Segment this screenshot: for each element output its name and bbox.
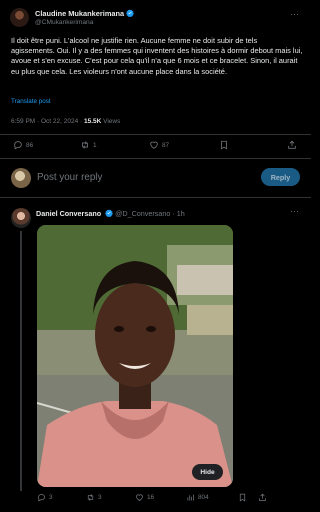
like-action[interactable]: 87 xyxy=(149,140,169,150)
more-options-icon[interactable]: ··· xyxy=(290,9,299,19)
reply-author-avatar[interactable] xyxy=(11,208,31,228)
thread-line xyxy=(20,231,22,491)
reply-author-handle: @D_Conversano · 1h xyxy=(115,209,185,218)
heart-icon xyxy=(136,494,143,501)
reply-icon xyxy=(14,141,22,150)
like-action[interactable]: 16 xyxy=(135,493,154,502)
reply-count: 3 xyxy=(49,494,53,501)
repost-action[interactable]: 1 xyxy=(80,140,97,150)
post-text: Il doit être puni. L'alcool ne justifie … xyxy=(11,36,303,76)
heart-icon xyxy=(150,141,158,149)
divider xyxy=(0,158,311,159)
share-icon xyxy=(288,140,296,149)
repost-icon xyxy=(87,494,94,501)
divider xyxy=(0,197,311,198)
views-count: 804 xyxy=(198,494,209,501)
share-action[interactable] xyxy=(258,493,270,502)
analytics-icon xyxy=(187,494,194,501)
current-user-avatar xyxy=(11,168,31,188)
verified-badge-icon xyxy=(126,9,134,17)
share-icon xyxy=(259,493,266,501)
bookmark-action[interactable] xyxy=(238,493,250,502)
author-handle[interactable]: @CMukankerimana xyxy=(35,19,93,26)
repost-action[interactable]: 3 xyxy=(86,493,102,502)
author-name[interactable]: Claudine Mukankerimana xyxy=(35,9,134,18)
reply-count: 86 xyxy=(26,141,34,149)
more-options-icon[interactable]: ··· xyxy=(290,206,299,216)
portrait-photo xyxy=(37,225,233,487)
repost-count: 1 xyxy=(93,141,97,149)
divider xyxy=(0,134,311,135)
reply-button[interactable]: Reply xyxy=(261,168,300,186)
reply-input[interactable]: Post your reply xyxy=(37,172,102,183)
reply-action[interactable]: 3 xyxy=(37,493,53,502)
bookmark-icon xyxy=(221,140,227,150)
reply-author-line[interactable]: Daniel Conversano @D_Conversano · 1h xyxy=(36,209,185,218)
bookmark-action[interactable] xyxy=(219,140,232,150)
reply-icon xyxy=(38,494,45,502)
verified-badge-icon xyxy=(105,209,113,217)
hide-button[interactable]: Hide xyxy=(192,464,223,480)
repost-icon xyxy=(82,141,88,149)
attached-photo[interactable] xyxy=(37,225,233,487)
share-action[interactable] xyxy=(287,140,300,150)
post-actions: 86 1 87 xyxy=(0,140,311,154)
bookmark-icon xyxy=(239,493,246,502)
views-count: 15.5K xyxy=(83,118,102,125)
reply-action[interactable]: 86 xyxy=(13,140,33,150)
views-action[interactable]: 804 xyxy=(186,493,209,502)
like-count: 16 xyxy=(147,494,155,501)
repost-count: 3 xyxy=(98,494,102,501)
post-meta: 6:59 PM · Oct 22, 2024 · 15.5K Views xyxy=(11,118,120,125)
like-count: 87 xyxy=(162,141,170,149)
post-timestamp[interactable]: 6:59 PM · Oct 22, 2024 · xyxy=(11,118,84,125)
views-label: Views xyxy=(101,118,121,125)
translate-link[interactable]: Translate post xyxy=(11,98,51,105)
reply-author-name: Daniel Conversano xyxy=(36,209,102,218)
reply-actions: 3 3 16 804 xyxy=(0,493,311,505)
author-avatar[interactable] xyxy=(10,8,29,27)
